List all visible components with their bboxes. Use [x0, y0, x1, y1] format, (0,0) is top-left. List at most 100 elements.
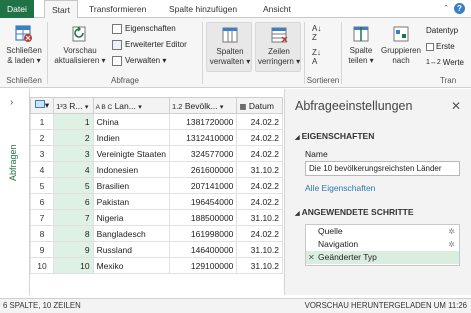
datatype-dropdown[interactable]: Datentyp [426, 24, 471, 38]
table-row[interactable]: 5 5 Brasilien 207141000 24.02.2 [29, 177, 283, 194]
cell-date[interactable]: 24.02.2 [236, 145, 283, 162]
reduce-rows-button[interactable]: Zeilen verringern ▾ [255, 22, 301, 72]
cell-country[interactable]: China [92, 113, 171, 130]
cell-country[interactable]: Bangladesch [92, 225, 171, 242]
cell-country[interactable]: Vereinigte Staaten [92, 145, 171, 162]
row-number[interactable]: 4 [29, 161, 55, 178]
cell-population[interactable]: 207141000 [169, 177, 238, 194]
cell-population[interactable]: 129100000 [169, 257, 238, 274]
cell-date[interactable]: 24.02.2 [236, 193, 283, 210]
cell-date[interactable]: 24.02.2 [236, 113, 283, 130]
manage-button[interactable]: Verwalten ▾ [112, 54, 166, 68]
cell-rank[interactable]: 3 [53, 145, 94, 162]
ribbon-collapse-icon[interactable]: ⌃ [443, 4, 449, 12]
cell-date[interactable]: 24.02.2 [236, 129, 283, 146]
row-number[interactable]: 10 [29, 257, 55, 274]
close-icon[interactable]: ✕ [451, 99, 461, 113]
column-header-country[interactable]: A B C Lan... ▾ [92, 97, 171, 114]
row-number[interactable]: 5 [29, 177, 55, 194]
cell-country[interactable]: Mexiko [92, 257, 171, 274]
applied-steps-section-header[interactable]: ◢ ANGEWENDETE SCHRITTE [295, 207, 414, 217]
refresh-preview-button[interactable]: Vorschau aktualisieren ▾ [50, 22, 110, 74]
cell-date[interactable]: 24.02.2 [236, 225, 283, 242]
help-icon[interactable]: ? [454, 3, 465, 14]
applied-step[interactable]: Navigation ✲ [306, 238, 459, 251]
properties-button[interactable]: Eigenschaften [112, 22, 176, 36]
sort-ascending-button[interactable]: A↓ Z [312, 24, 321, 42]
cell-population[interactable]: 196454000 [169, 193, 238, 210]
replace-values-button[interactable]: 1↔2 Werte [426, 56, 471, 70]
row-number[interactable]: 1 [29, 113, 55, 130]
filter-dropdown-icon[interactable]: ▾ [220, 104, 224, 111]
cell-population[interactable]: 1312410000 [169, 129, 238, 146]
all-properties-link[interactable]: Alle Eigenschaften [305, 183, 375, 193]
applied-step[interactable]: Quelle ✲ [306, 225, 459, 238]
table-row[interactable]: 7 7 Nigeria 188500000 31.10.2 [29, 209, 283, 226]
row-number[interactable]: 3 [29, 145, 55, 162]
table-row[interactable]: 1 1 China 1381720000 24.02.2 [29, 113, 283, 130]
cell-rank[interactable]: 10 [53, 257, 94, 274]
cell-rank[interactable]: 6 [53, 193, 94, 210]
delete-step-icon[interactable]: ✕ [308, 251, 315, 264]
table-row[interactable]: 8 8 Bangladesch 161998000 24.02.2 [29, 225, 283, 242]
sort-descending-button[interactable]: Z↓ A [312, 48, 321, 66]
cell-rank[interactable]: 8 [53, 225, 94, 242]
column-header-date[interactable]: ▦ Datum [236, 97, 283, 114]
column-header-population[interactable]: 1.2 Bevölk... ▾ [169, 97, 238, 114]
queries-label[interactable]: Abfragen [8, 144, 22, 181]
cell-rank[interactable]: 7 [53, 209, 94, 226]
use-first-row-button[interactable]: Erste [426, 40, 471, 54]
table-row[interactable]: 9 9 Russland 146400000 31.10.2 [29, 241, 283, 258]
cell-population[interactable]: 324577000 [169, 145, 238, 162]
table-row[interactable]: 4 4 Indonesien 261600000 31.10.2 [29, 161, 283, 178]
table-row[interactable]: 10 10 Mexiko 129100000 31.10.2 [29, 257, 283, 274]
cell-rank[interactable]: 4 [53, 161, 94, 178]
filter-dropdown-icon[interactable]: ▾ [138, 104, 142, 111]
cell-rank[interactable]: 5 [53, 177, 94, 194]
table-menu-header[interactable]: ▾ [29, 97, 55, 114]
row-number[interactable]: 9 [29, 241, 55, 258]
filter-dropdown-icon[interactable]: ▾ [85, 104, 89, 111]
cell-date[interactable]: 24.02.2 [236, 177, 283, 194]
cell-country[interactable]: Indonesien [92, 161, 171, 178]
row-number[interactable]: 8 [29, 225, 55, 242]
cell-country[interactable]: Brasilien [92, 177, 171, 194]
cell-population[interactable]: 261600000 [169, 161, 238, 178]
applied-step[interactable]: ✕ Geänderter Typ [306, 251, 459, 264]
cell-country[interactable]: Russland [92, 241, 171, 258]
tab-view[interactable]: Ansicht [256, 0, 298, 18]
cell-date[interactable]: 31.10.2 [236, 241, 283, 258]
split-column-button[interactable]: Spalte teilen ▾ [344, 22, 378, 74]
close-and-load-button[interactable]: Schließen & laden ▾ [4, 22, 44, 74]
tab-add-column[interactable]: Spalte hinzufügen [162, 0, 244, 18]
step-settings-gear-icon[interactable]: ✲ [448, 238, 455, 251]
cell-population[interactable]: 161998000 [169, 225, 238, 242]
manage-columns-button[interactable]: Spalten verwalten ▾ [206, 22, 252, 72]
cell-population[interactable]: 1381720000 [169, 113, 238, 130]
tab-transform[interactable]: Transformieren [82, 0, 153, 18]
cell-country[interactable]: Nigeria [92, 209, 171, 226]
column-header-rank[interactable]: 1²3 R... ▾ [53, 97, 94, 114]
row-number[interactable]: 7 [29, 209, 55, 226]
table-row[interactable]: 3 3 Vereinigte Staaten 324577000 24.02.2 [29, 145, 283, 162]
tab-home[interactable]: Start [44, 0, 78, 19]
row-number[interactable]: 2 [29, 129, 55, 146]
cell-population[interactable]: 146400000 [169, 241, 238, 258]
row-number[interactable]: 6 [29, 193, 55, 210]
cell-date[interactable]: 31.10.2 [236, 257, 283, 274]
properties-section-header[interactable]: ◢ EIGENSCHAFTEN [295, 131, 374, 141]
table-row[interactable]: 2 2 Indien 1312410000 24.02.2 [29, 129, 283, 146]
step-settings-gear-icon[interactable]: ✲ [448, 225, 455, 238]
cell-country[interactable]: Pakistan [92, 193, 171, 210]
cell-country[interactable]: Indien [92, 129, 171, 146]
cell-population[interactable]: 188500000 [169, 209, 238, 226]
query-name-field[interactable]: Die 10 bevölkerungsreichsten Länder [305, 161, 460, 176]
table-row[interactable]: 6 6 Pakistan 196454000 24.02.2 [29, 193, 283, 210]
group-by-button[interactable]: Gruppieren nach [378, 22, 424, 74]
cell-date[interactable]: 31.10.2 [236, 209, 283, 226]
cell-rank[interactable]: 1 [53, 113, 94, 130]
cell-rank[interactable]: 2 [53, 129, 94, 146]
cell-date[interactable]: 31.10.2 [236, 161, 283, 178]
expand-queries-icon[interactable]: › [10, 97, 13, 108]
tab-file[interactable]: Datei [0, 0, 34, 18]
